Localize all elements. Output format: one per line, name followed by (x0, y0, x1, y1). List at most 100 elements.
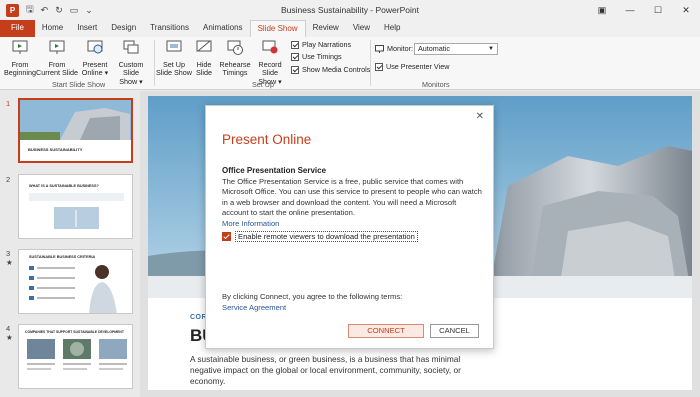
set-up-slide-show-icon (166, 40, 182, 52)
chevron-down-icon: ▼ (488, 46, 494, 52)
record-slide-show-icon (262, 40, 278, 54)
monitor-select[interactable]: Automatic ▼ (414, 43, 498, 55)
undo-icon[interactable]: ↶ (41, 5, 49, 16)
tab-insert[interactable]: Insert (70, 20, 104, 37)
animation-star-icon: ★ (6, 333, 13, 342)
group-separator (154, 40, 155, 86)
ribbon-tabs: File Home Insert Design Transitions Anim… (0, 20, 700, 37)
enable-download-checkbox[interactable]: Enable remote viewers to download the pr… (222, 231, 418, 242)
monitor-icon (375, 44, 384, 53)
from-beginning-button[interactable]: From Beginning (2, 39, 38, 78)
use-timings-checkbox[interactable]: Use Timings (291, 52, 342, 61)
from-current-slide-icon (49, 40, 65, 54)
save-icon[interactable]: 🖫 (26, 2, 34, 18)
thumbnail-image (20, 100, 131, 161)
quick-access-toolbar: P 🖫 ↶ ↻ ▭ ⌄ (0, 2, 93, 18)
from-beginning-label-2: Beginning (4, 68, 36, 77)
thumbnail-title: WHAT IS A SUSTAINABLE BUSINESS? (29, 184, 99, 188)
checkbox-checked-icon (222, 232, 231, 241)
powerpoint-window: P 🖫 ↶ ↻ ▭ ⌄ Business Sustainability - Po… (0, 0, 700, 397)
hide-slide-icon (196, 40, 212, 52)
thumbnail-title: COMPANIES THAT SUPPORT SUSTAINABLE DEVEL… (25, 330, 124, 334)
rehearse-label-2: Timings (222, 68, 248, 77)
from-beginning-icon (12, 40, 28, 54)
group-label-start-slide-show: Start Slide Show (52, 80, 106, 89)
redo-icon[interactable]: ↻ (55, 5, 63, 16)
slide-thumbnail-3[interactable]: SUSTAINABLE BUSINESS CRITERIA (18, 249, 133, 314)
animation-star-icon: ★ (6, 258, 13, 267)
present-online-button[interactable]: Present Online ▾ (80, 39, 110, 78)
tab-home[interactable]: Home (35, 20, 70, 37)
slide-thumbnail-4[interactable]: COMPANIES THAT SUPPORT SUSTAINABLE DEVEL… (18, 324, 133, 389)
close-icon[interactable]: ✕ (476, 111, 484, 122)
start-slideshow-icon[interactable]: ▭ (70, 5, 79, 16)
tab-slide-show[interactable]: Slide Show (249, 20, 306, 37)
connect-button[interactable]: CONNECT (348, 324, 424, 338)
checkbox-checked-icon (291, 65, 299, 74)
use-presenter-view-checkbox[interactable]: Use Presenter View (375, 62, 449, 71)
show-media-controls-label: Show Media Controls (302, 65, 371, 74)
record-slide-show-button[interactable]: Record Slide Show ▾ (251, 39, 289, 86)
close-button[interactable]: ✕ (672, 0, 700, 20)
slide-thumbnail-2[interactable]: WHAT IS A SUSTAINABLE BUSINESS? (18, 174, 133, 239)
custom-slide-show-button[interactable]: Custom Slide Show ▾ (110, 39, 152, 86)
slide-thumbnail-1[interactable]: BUSINESS SUSTAINABILITY (18, 98, 133, 163)
minimize-button[interactable]: — (616, 0, 644, 20)
customize-toolbar-icon[interactable]: ⌄ (85, 5, 93, 16)
from-current-slide-button[interactable]: From Current Slide (36, 39, 78, 78)
ribbon: From Beginning From Current Slide Presen… (0, 37, 700, 90)
terms-text: By clicking Connect, you agree to the fo… (222, 292, 403, 301)
rehearse-timings-button[interactable]: Rehearse Timings (219, 39, 251, 78)
use-timings-label: Use Timings (302, 52, 342, 61)
tab-file[interactable]: File (0, 20, 35, 37)
group-label-set-up: Set Up (252, 80, 274, 89)
more-information-link[interactable]: More Information (222, 219, 279, 228)
present-online-label-2: Online ▾ (81, 68, 109, 77)
powerpoint-logo-icon: P (6, 3, 19, 17)
tab-design[interactable]: Design (104, 20, 143, 37)
group-separator (370, 40, 371, 86)
custom-slide-show-icon (123, 40, 139, 54)
title-bar: P 🖫 ↶ ↻ ▭ ⌄ Business Sustainability - Po… (0, 0, 700, 20)
service-heading: Office Presentation Service (222, 166, 327, 175)
slide-number: 3 (6, 249, 11, 258)
play-narrations-checkbox[interactable]: Play Narrations (291, 40, 351, 49)
hide-slide-button[interactable]: Hide Slide (192, 39, 216, 78)
slide-thumbnails-pane: 1 BUSINESS SUSTAINABILITY 2 WHAT IS A SU… (0, 91, 140, 397)
thumbnail-image (29, 265, 117, 313)
monitor-label-row: Monitor: (375, 44, 413, 53)
monitor-select-value: Automatic (418, 44, 450, 53)
present-online-dialog: ✕ Present Online Office Presentation Ser… (205, 105, 494, 349)
slide-number: 2 (6, 175, 11, 184)
window-controls: ▣ — ☐ ✕ (588, 0, 700, 20)
custom-show-label-2: Show ▾ (119, 76, 143, 86)
enable-download-label: Enable remote viewers to download the pr… (235, 231, 418, 242)
maximize-button[interactable]: ☐ (644, 0, 672, 20)
checkbox-checked-icon (291, 40, 299, 49)
thumbnail-title: BUSINESS SUSTAINABILITY (28, 147, 83, 152)
set-up-slide-show-button[interactable]: Set Up Slide Show (156, 39, 192, 78)
use-presenter-view-label: Use Presenter View (386, 62, 450, 71)
tab-help[interactable]: Help (377, 20, 407, 37)
tab-animations[interactable]: Animations (196, 20, 250, 37)
thumbnail-title: SUSTAINABLE BUSINESS CRITERIA (29, 255, 96, 259)
play-narrations-label: Play Narrations (302, 40, 352, 49)
hide-slide-label-2: Slide (196, 68, 212, 77)
setup-show-label-2: Slide Show (156, 68, 192, 77)
cancel-button[interactable]: CANCEL (430, 324, 479, 338)
monitor-label: Monitor: (387, 44, 413, 53)
show-media-controls-checkbox[interactable]: Show Media Controls (291, 65, 370, 74)
group-label-monitors: Monitors (422, 80, 450, 89)
tab-transitions[interactable]: Transitions (143, 20, 196, 37)
tab-view[interactable]: View (346, 20, 377, 37)
custom-show-label-1: Custom Slide (118, 59, 144, 77)
checkbox-checked-icon (375, 62, 383, 71)
ribbon-display-options-icon[interactable]: ▣ (588, 0, 616, 20)
slide-paragraph[interactable]: A sustainable business, or green busines… (190, 354, 490, 387)
service-agreement-link[interactable]: Service Agreement (222, 303, 286, 312)
checkbox-checked-icon (291, 52, 299, 61)
tab-review[interactable]: Review (306, 20, 346, 37)
record-label-1: Record Slide (258, 59, 282, 77)
thumbnail-image (27, 339, 127, 370)
present-online-icon (87, 40, 103, 54)
